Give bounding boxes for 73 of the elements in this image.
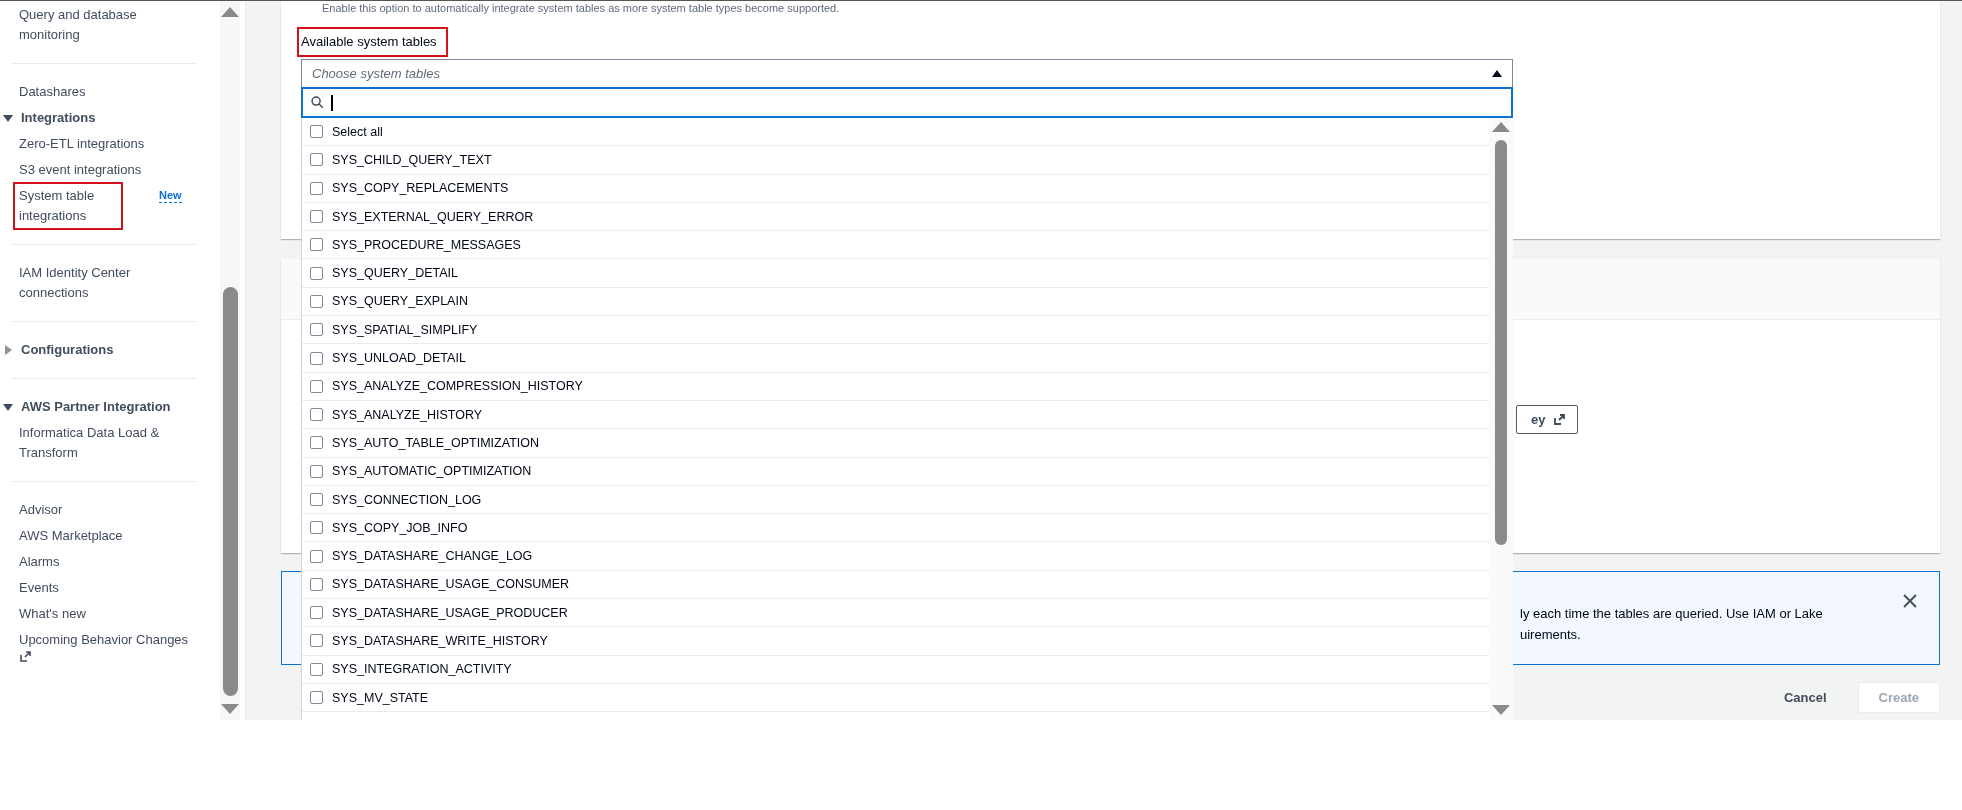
option-item[interactable]: SYS_INTEGRATION_ACTIVITY <box>302 655 1489 684</box>
external-link-button[interactable]: ey <box>1516 405 1579 434</box>
checkbox[interactable] <box>310 238 323 252</box>
checkbox[interactable] <box>310 464 323 478</box>
nav-section-header[interactable]: Configurations <box>0 337 220 363</box>
new-label: New <box>159 188 182 203</box>
cancel-button[interactable]: Cancel <box>1777 682 1833 713</box>
field-label: Available system tables <box>300 30 445 54</box>
alert-text: uirements. <box>1520 626 1582 644</box>
option-item[interactable]: SYS_MV_STATE <box>302 683 1489 713</box>
sidebar-item[interactable]: What's new <box>19 604 86 624</box>
text-cursor <box>331 94 333 111</box>
caret-icon <box>1492 70 1502 77</box>
sidebar-item[interactable]: Upcoming Behavior Changes <box>19 630 189 650</box>
checkbox[interactable] <box>310 691 323 705</box>
sidebar-item[interactable]: Zero-ETL integrations <box>19 134 145 154</box>
search-icon <box>311 96 324 109</box>
option-item[interactable]: SYS_CONNECTION_LOG <box>302 485 1489 515</box>
checkbox[interactable] <box>310 634 323 648</box>
option-item[interactable]: SYS_CHILD_QUERY_TEXT <box>302 146 1489 175</box>
checkbox[interactable] <box>310 577 323 591</box>
list-scrollbar[interactable] <box>1489 118 1513 720</box>
scrollbar[interactable] <box>220 1 240 720</box>
option-item[interactable]: SYS_COPY_REPLACEMENTS <box>302 174 1489 203</box>
nav-section-header[interactable]: AWS Partner Integration <box>0 394 220 420</box>
sidebar-item[interactable]: AWS Marketplace <box>19 526 123 546</box>
option-item[interactable]: SYS_COPY_JOB_INFO <box>302 514 1489 543</box>
option-item[interactable]: SYS_AUTO_TABLE_OPTIMIZATION <box>302 429 1489 458</box>
nav-section-header[interactable]: Integrations <box>0 105 220 131</box>
option-item[interactable]: SYS_EXTERNAL_QUERY_ERROR <box>302 202 1489 232</box>
sidebar-item[interactable]: Advisor <box>19 500 63 520</box>
option-item[interactable]: SYS_AUTOMATIC_OPTIMIZATION <box>302 457 1489 486</box>
sidebar-item[interactable]: Informatica Data Load & Transform <box>19 423 189 463</box>
checkbox[interactable] <box>310 549 323 563</box>
option-item[interactable]: SYS_DATASHARE_USAGE_CONSUMER <box>302 570 1489 600</box>
checkbox[interactable] <box>310 210 323 224</box>
close-icon[interactable] <box>1903 594 1917 608</box>
sidebar-item[interactable]: S3 event integrations <box>19 160 142 180</box>
checkbox[interactable] <box>310 379 323 393</box>
select-field[interactable]: Choose system tables <box>301 59 1513 87</box>
external-link-icon <box>1553 413 1566 426</box>
option-item[interactable]: SYS_QUERY_EXPLAIN <box>302 287 1489 317</box>
option-item[interactable]: SYS_DATASHARE_WRITE_HISTORY <box>302 627 1489 656</box>
checkbox[interactable] <box>310 493 323 506</box>
checkbox[interactable] <box>310 521 323 535</box>
checkbox[interactable] <box>310 436 323 450</box>
sidebar-item[interactable]: Query and database monitoring <box>19 5 189 45</box>
checkbox[interactable] <box>310 181 323 195</box>
option-item[interactable]: SYS_UNLOAD_DETAIL <box>302 344 1489 373</box>
description-text: Enable this option to automatically integrate system tables as more system table types become supported. <box>321 2 841 14</box>
option-item[interactable]: SYS_QUERY_DETAIL <box>302 259 1489 288</box>
option-item[interactable]: SYS_DATASHARE_CHANGE_LOG <box>302 542 1489 571</box>
sidebar-item[interactable]: Datashares <box>19 82 86 102</box>
checkbox[interactable] <box>310 662 323 676</box>
sidebar-item[interactable]: Events <box>19 578 59 598</box>
checkbox[interactable] <box>310 294 323 308</box>
checkbox[interactable] <box>310 408 323 422</box>
checkbox[interactable] <box>310 266 323 280</box>
option-item[interactable]: Select all <box>302 118 1489 147</box>
checkbox[interactable] <box>310 323 323 337</box>
search-field[interactable] <box>301 87 1513 118</box>
alert-text: ly each time the tables are queried. Use IAM or Lake <box>1520 605 1823 623</box>
checkbox[interactable] <box>310 125 323 139</box>
checkbox[interactable] <box>310 606 323 620</box>
checkbox[interactable] <box>310 351 323 365</box>
option-item[interactable]: SYS_PROCEDURE_MESSAGES <box>302 231 1489 260</box>
sidebar-item[interactable]: IAM Identity Center connections <box>19 263 189 303</box>
option-item[interactable]: SYS_ANALYZE_COMPRESSION_HISTORY <box>302 372 1489 401</box>
option-item[interactable]: SYS_DATASHARE_USAGE_PRODUCER <box>302 599 1489 628</box>
option-item[interactable]: SYS_SPATIAL_SIMPLIFY <box>302 316 1489 345</box>
option-item[interactable]: SYS_ANALYZE_HISTORY <box>302 400 1489 430</box>
sidebar-item[interactable]: Alarms <box>19 552 60 572</box>
checkbox[interactable] <box>310 153 323 167</box>
